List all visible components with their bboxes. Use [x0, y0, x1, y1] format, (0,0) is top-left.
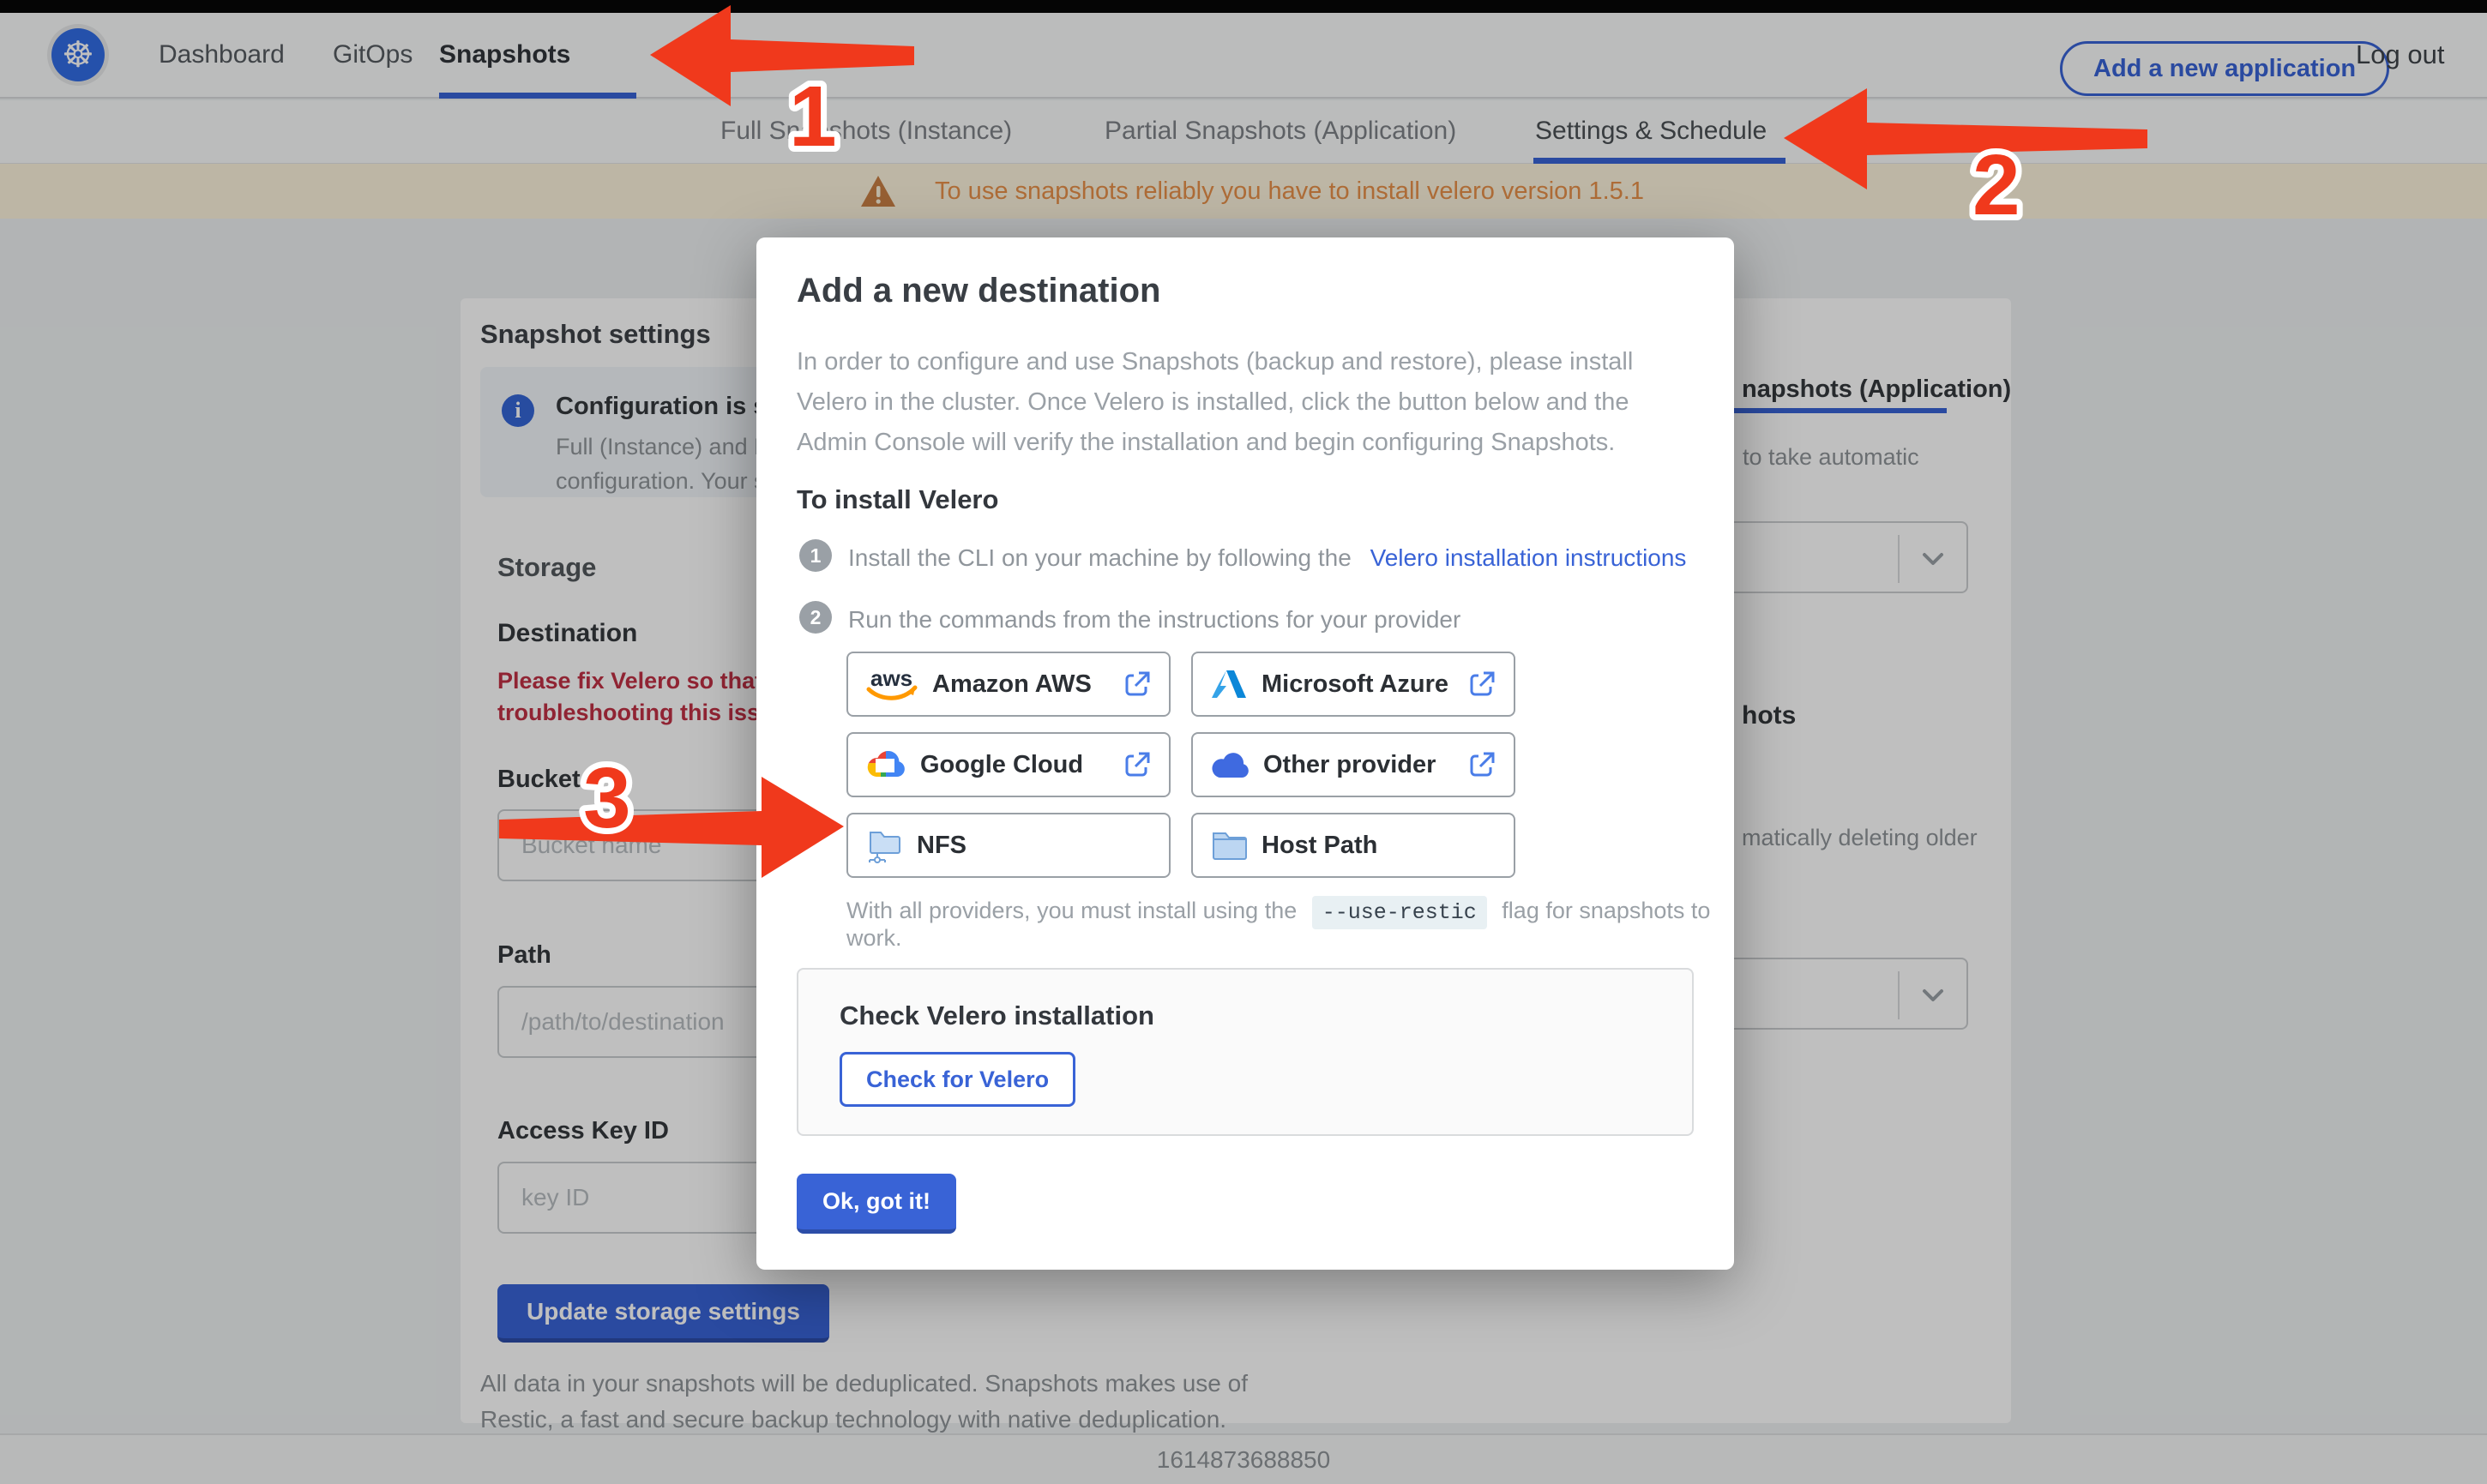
provider-google-cloud[interactable]: Google Cloud: [846, 732, 1171, 797]
modal-title: Add a new destination: [797, 272, 1160, 310]
google-cloud-logo: [865, 748, 906, 782]
external-link-icon: [1467, 670, 1496, 699]
external-link-icon: [1123, 750, 1152, 779]
provider-amazon-aws[interactable]: aws Amazon AWS: [846, 652, 1171, 717]
annotation-number-2: 2: [1942, 129, 2054, 240]
external-link-icon: [1467, 750, 1496, 779]
annotation-number-3: 3: [553, 742, 665, 853]
annotation-number-1-text: 1: [789, 69, 837, 165]
add-destination-modal: Add a new destination In order to config…: [756, 237, 1734, 1270]
provider-other[interactable]: Other provider: [1191, 732, 1515, 797]
provider-label: Microsoft Azure: [1262, 670, 1454, 699]
step-1-label: Install the CLI on your machine by follo…: [848, 544, 1352, 571]
restic-flag-code: --use-restic: [1312, 896, 1487, 929]
velero-instructions-link[interactable]: Velero installation instructions: [1370, 544, 1687, 571]
provider-label: NFS: [917, 832, 1152, 860]
step-1-badge: 1: [799, 539, 832, 572]
nfs-folder-icon: [865, 826, 903, 865]
restic-note-pre: With all providers, you must install usi…: [846, 898, 1297, 923]
cloud-icon: [1210, 750, 1250, 779]
azure-logo: [1210, 667, 1248, 701]
provider-label: Google Cloud: [920, 751, 1109, 779]
provider-label: Other provider: [1263, 751, 1454, 779]
ok-got-it-button[interactable]: Ok, got it!: [797, 1174, 956, 1234]
check-velero-heading: Check Velero installation: [840, 1000, 1154, 1031]
provider-label: Amazon AWS: [932, 670, 1109, 699]
step-2-text: Run the commands from the instructions f…: [848, 606, 1460, 634]
aws-logo: aws: [865, 665, 918, 703]
check-for-velero-button[interactable]: Check for Velero: [840, 1052, 1075, 1107]
provider-host-path[interactable]: Host Path: [1191, 813, 1515, 878]
svg-text:aws: aws: [870, 665, 912, 691]
provider-nfs[interactable]: NFS: [846, 813, 1171, 878]
restic-note: With all providers, you must install usi…: [846, 898, 1734, 952]
install-velero-heading: To install Velero: [797, 484, 998, 515]
step-2-badge: 2: [799, 601, 832, 634]
annotation-number-2-text: 2: [1972, 137, 2020, 233]
folder-icon: [1210, 828, 1248, 862]
provider-microsoft-azure[interactable]: Microsoft Azure: [1191, 652, 1515, 717]
modal-intro: In order to configure and use Snapshots …: [797, 342, 1671, 463]
step-1-text: Install the CLI on your machine by follo…: [848, 544, 1686, 572]
annotation-number-1: 1: [755, 60, 866, 171]
external-link-icon: [1123, 670, 1152, 699]
annotation-arrow-3: [491, 772, 851, 892]
check-velero-panel: Check Velero installation Check for Vele…: [797, 968, 1694, 1136]
provider-label: Host Path: [1262, 832, 1496, 860]
annotation-number-3-text: 3: [583, 750, 631, 846]
